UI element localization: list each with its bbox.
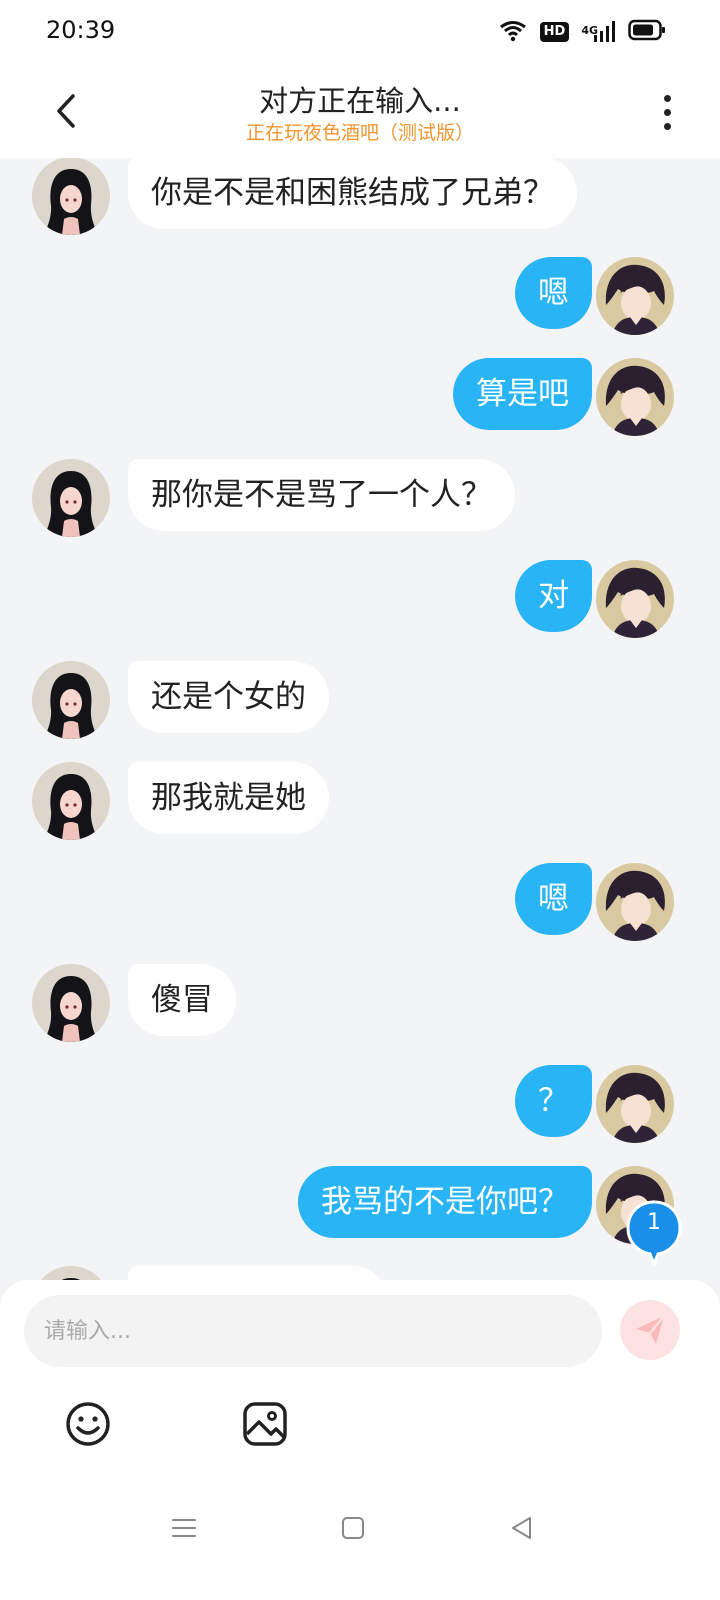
user-avatar[interactable] <box>596 560 674 638</box>
message-bubble[interactable]: 还是个女的 <box>128 661 329 733</box>
more-dot <box>663 108 671 116</box>
message-bubble[interactable]: 算是吧 <box>453 358 592 430</box>
message-input[interactable] <box>24 1295 602 1367</box>
unread-count-badge[interactable]: 1 <box>626 1200 682 1266</box>
message-bubble[interactable]: 嗯 <box>515 257 592 329</box>
nav-home-button[interactable] <box>333 1508 373 1548</box>
contact-avatar[interactable] <box>32 158 110 235</box>
chat-header: 对方正在输入... 正在玩夜色酒吧（测试版） <box>0 64 720 158</box>
back-triangle-icon <box>512 1517 531 1539</box>
message-bubble[interactable]: 傻冒 <box>128 964 236 1036</box>
image-icon <box>243 1402 287 1446</box>
menu-icon <box>172 1519 196 1537</box>
user-avatar[interactable] <box>596 257 674 335</box>
nav-back-button[interactable] <box>502 1508 542 1548</box>
contact-avatar[interactable] <box>32 459 110 537</box>
hd-badge: HD <box>539 22 570 42</box>
send-button[interactable] <box>620 1300 680 1360</box>
battery-icon <box>628 19 666 45</box>
network-type-label: 4G <box>581 24 598 37</box>
emoji-button[interactable] <box>64 1400 112 1448</box>
chat-subtitle: 正在玩夜色酒吧（测试版） <box>245 122 474 144</box>
send-icon <box>636 1315 665 1344</box>
message-bubble[interactable]: 嗯 <box>515 863 592 935</box>
message-bubble[interactable]: 那你是不是骂了一个人？ <box>128 459 515 531</box>
message-bubble[interactable]: 你是不是和困熊结成了兄弟？ <box>128 158 577 229</box>
emoji-icon <box>66 1402 110 1446</box>
chat-title: 对方正在输入... <box>259 84 461 118</box>
user-avatar[interactable] <box>596 358 674 436</box>
image-button[interactable] <box>241 1400 289 1448</box>
system-nav-bar <box>0 1490 720 1560</box>
more-dot <box>663 122 671 130</box>
unread-count: 1 <box>647 1210 661 1235</box>
contact-avatar[interactable] <box>32 762 110 840</box>
message-bubble[interactable]: 对 <box>515 560 592 632</box>
signal-icon: 4G <box>581 21 616 43</box>
more-options-button[interactable] <box>652 90 682 134</box>
message-bubble[interactable]: 我骂的不是你吧？ <box>298 1166 592 1238</box>
more-vertical-icon <box>663 94 671 102</box>
message-list[interactable]: 你是不是和困熊结成了兄弟？ 嗯 算是吧 那你是不是骂了一个人？ 对 还是个女的 … <box>0 158 720 1282</box>
wifi-icon <box>498 18 528 46</box>
home-square-icon <box>342 1517 364 1539</box>
status-bar: 20:39 HD 4G <box>0 0 720 64</box>
status-icons: HD 4G <box>498 18 666 46</box>
user-avatar[interactable] <box>596 863 674 941</box>
contact-avatar[interactable] <box>32 661 110 739</box>
status-time: 20:39 <box>46 16 116 44</box>
nav-menu-button[interactable] <box>164 1508 204 1548</box>
message-bubble[interactable]: 那我就是她 <box>128 762 329 834</box>
user-avatar[interactable] <box>596 1065 674 1143</box>
contact-avatar[interactable] <box>32 964 110 1042</box>
message-bubble[interactable]: ？ <box>515 1065 592 1137</box>
